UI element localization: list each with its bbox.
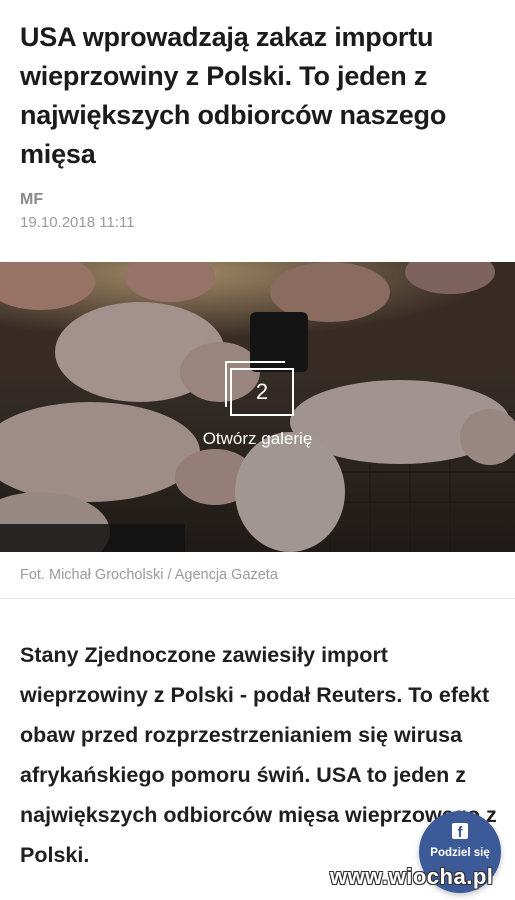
facebook-icon: f [452,823,468,841]
open-gallery-label[interactable]: Otwórz galerię [0,429,515,449]
share-label: Podziel się [430,847,490,859]
photo-credit: Fot. Michał Grocholski / Agencja Gazeta [20,567,278,583]
gallery-stack-icon: 2 [222,361,294,417]
article-date: 19.10.2018 11:11 [20,214,135,231]
gallery-count: 2 [230,368,294,416]
article-title: USA wprowadzają zakaz importu wieprzowin… [20,22,447,169]
divider [0,598,515,599]
article-author[interactable]: MF [20,191,43,209]
gallery-image[interactable]: 2 Otwórz galerię [0,262,515,552]
watermark: www.wiocha.pl [330,864,494,889]
